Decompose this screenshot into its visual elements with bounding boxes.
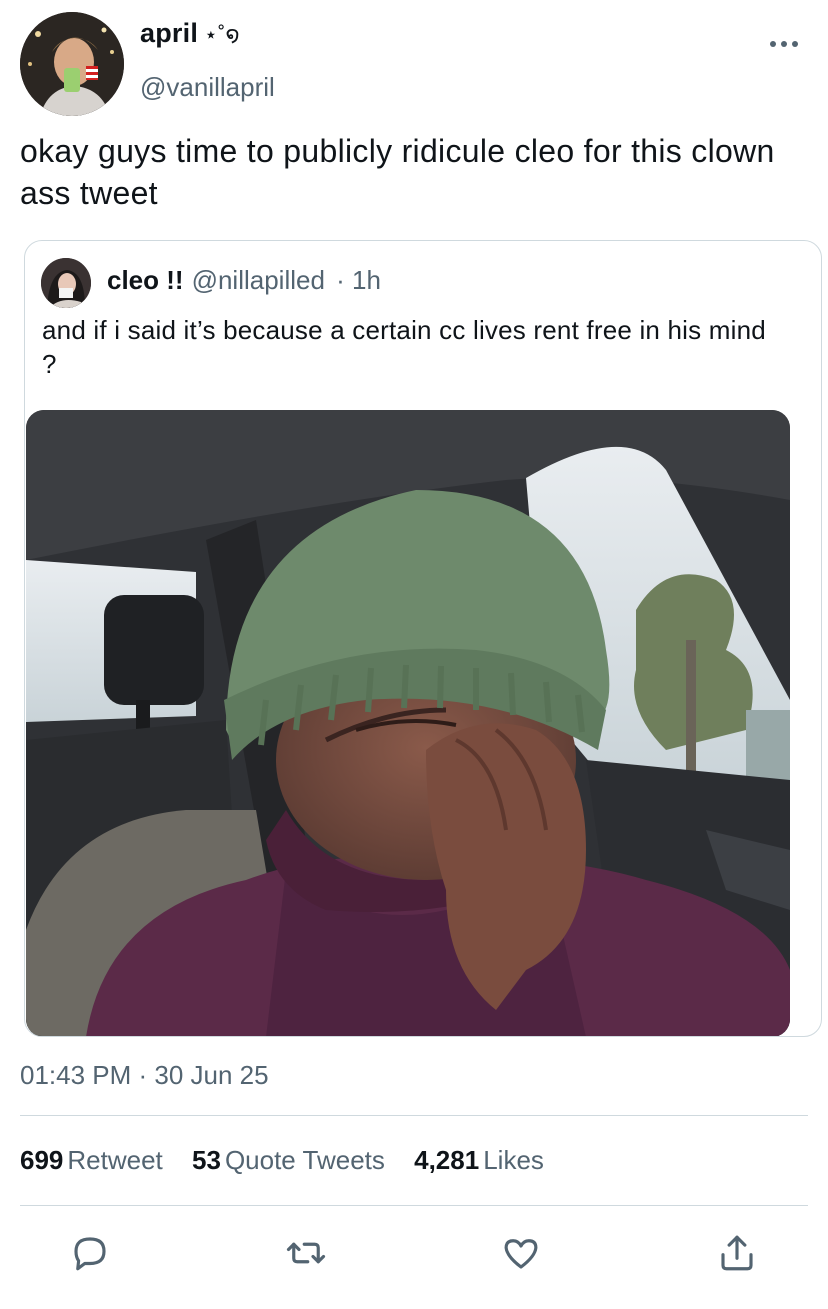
reply-icon[interactable] [69, 1232, 111, 1274]
quoted-handle[interactable]: @nillapilled [192, 265, 325, 295]
quoted-display-name[interactable]: cleo !! [107, 265, 184, 295]
quoted-header: cleo !! @nillapilled · 1h [107, 265, 381, 296]
divider [20, 1205, 808, 1206]
stat-retweets[interactable]: 699 Retweet [20, 1145, 163, 1175]
quoted-author-avatar[interactable] [41, 258, 91, 308]
divider [20, 1115, 808, 1116]
author-handle[interactable]: @vanillapril [140, 72, 275, 103]
author-avatar[interactable] [20, 12, 124, 116]
more-horizontal-icon[interactable] [768, 36, 800, 52]
quoted-media-image[interactable] [26, 410, 790, 1036]
share-icon[interactable] [716, 1232, 758, 1274]
retweet-icon[interactable] [285, 1232, 327, 1274]
like-icon[interactable] [500, 1232, 542, 1274]
name-decoration: ⋆˚໑ [204, 22, 240, 47]
quoted-tweet[interactable]: cleo !! @nillapilled · 1h and if i said i… [24, 240, 822, 1037]
quoted-text: and if i said it’s because a certain cc … [42, 315, 766, 379]
tweet-timestamp[interactable]: 01:43 PM · 30 Jun 25 [20, 1060, 269, 1091]
tweet-text: okay guys time to publicly ridicule cleo… [20, 133, 775, 211]
author-display-name[interactable]: april ⋆˚໑ [140, 18, 240, 49]
engagement-stats: 699 Retweet 53 Quote Tweets 4,281 Likes [20, 1145, 566, 1176]
stat-quote-tweets[interactable]: 53 Quote Tweets [192, 1145, 385, 1175]
stat-likes[interactable]: 4,281 Likes [414, 1145, 544, 1175]
quoted-age: · 1h [336, 265, 381, 295]
